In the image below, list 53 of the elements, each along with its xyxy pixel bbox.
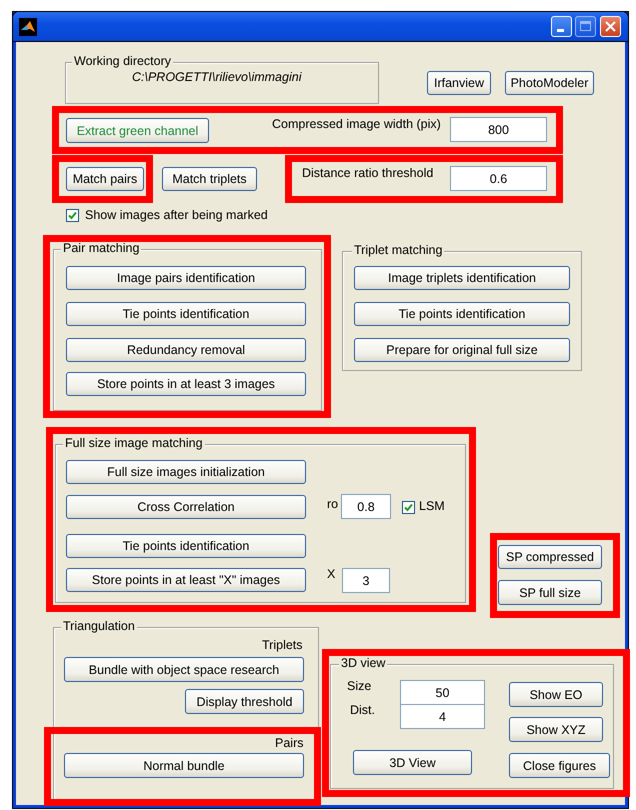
- section-label: Triplets: [262, 638, 303, 652]
- field-label: Compressed image width (pix): [272, 117, 441, 131]
- field-label: X: [327, 567, 336, 581]
- input-field[interactable]: 0.8: [341, 494, 391, 519]
- action-button[interactable]: Bundle with object space research: [64, 657, 304, 682]
- checkbox[interactable]: [402, 501, 415, 514]
- checkbox-label: Show images after being marked: [85, 208, 268, 222]
- extract-button[interactable]: Extract green channel: [66, 118, 209, 143]
- minimize-button[interactable]: [551, 16, 572, 37]
- action-button[interactable]: 3D View: [353, 750, 472, 775]
- action-button[interactable]: Show XYZ: [509, 717, 603, 742]
- input-field[interactable]: 4: [400, 704, 485, 729]
- action-button[interactable]: Prepare for original full size: [354, 338, 570, 362]
- action-button[interactable]: Tie points identification: [66, 302, 306, 326]
- group-title: Triangulation: [61, 619, 137, 633]
- field-label: ro: [327, 497, 338, 511]
- maximize-button[interactable]: [575, 16, 596, 37]
- input-field[interactable]: 3: [342, 568, 390, 593]
- checkbox-label: LSM: [419, 499, 445, 513]
- action-button[interactable]: Close figures: [509, 753, 610, 778]
- action-button[interactable]: Store points in at least "X" images: [66, 568, 306, 592]
- action-button[interactable]: Image pairs identification: [66, 266, 306, 290]
- field-label: Size: [347, 679, 372, 693]
- tool-button[interactable]: Irfanview: [427, 71, 491, 95]
- action-button[interactable]: Redundancy removal: [66, 338, 306, 362]
- match-button[interactable]: Match pairs: [66, 167, 144, 191]
- match-button[interactable]: Match triplets: [162, 167, 257, 191]
- input-field[interactable]: 50: [400, 680, 485, 705]
- group-title: Working directory: [72, 54, 174, 68]
- field-label: Dist.: [350, 703, 375, 717]
- logo-icon: [19, 18, 37, 36]
- action-button[interactable]: Show EO: [509, 682, 603, 707]
- input-field[interactable]: 0.6: [450, 166, 547, 191]
- action-button[interactable]: Tie points identification: [66, 534, 306, 558]
- tool-button[interactable]: PhotoModeler: [505, 71, 594, 95]
- action-button[interactable]: SP full size: [498, 580, 602, 605]
- section-label: Pairs: [275, 736, 304, 750]
- directory-path: C:\PROGETTI\rilievo\immagini: [132, 70, 302, 84]
- field-label: Distance ratio threshold: [302, 166, 434, 180]
- input-field[interactable]: 800: [450, 117, 547, 142]
- action-button[interactable]: Cross Correlation: [66, 495, 306, 519]
- action-button[interactable]: Full size images initialization: [66, 460, 306, 484]
- action-button[interactable]: Display threshold: [185, 689, 304, 714]
- action-button[interactable]: Normal bundle: [64, 753, 304, 778]
- action-button[interactable]: Store points in at least 3 images: [66, 372, 306, 396]
- group-title: Triplet matching: [352, 243, 444, 257]
- close-button[interactable]: [600, 16, 621, 37]
- group-title: Full size image matching: [63, 436, 205, 450]
- action-button[interactable]: SP compressed: [498, 545, 602, 569]
- close-icon: [605, 21, 616, 32]
- action-button[interactable]: Image triplets identification: [354, 266, 570, 290]
- checkbox[interactable]: [66, 209, 79, 222]
- action-button[interactable]: Tie points identification: [354, 302, 570, 326]
